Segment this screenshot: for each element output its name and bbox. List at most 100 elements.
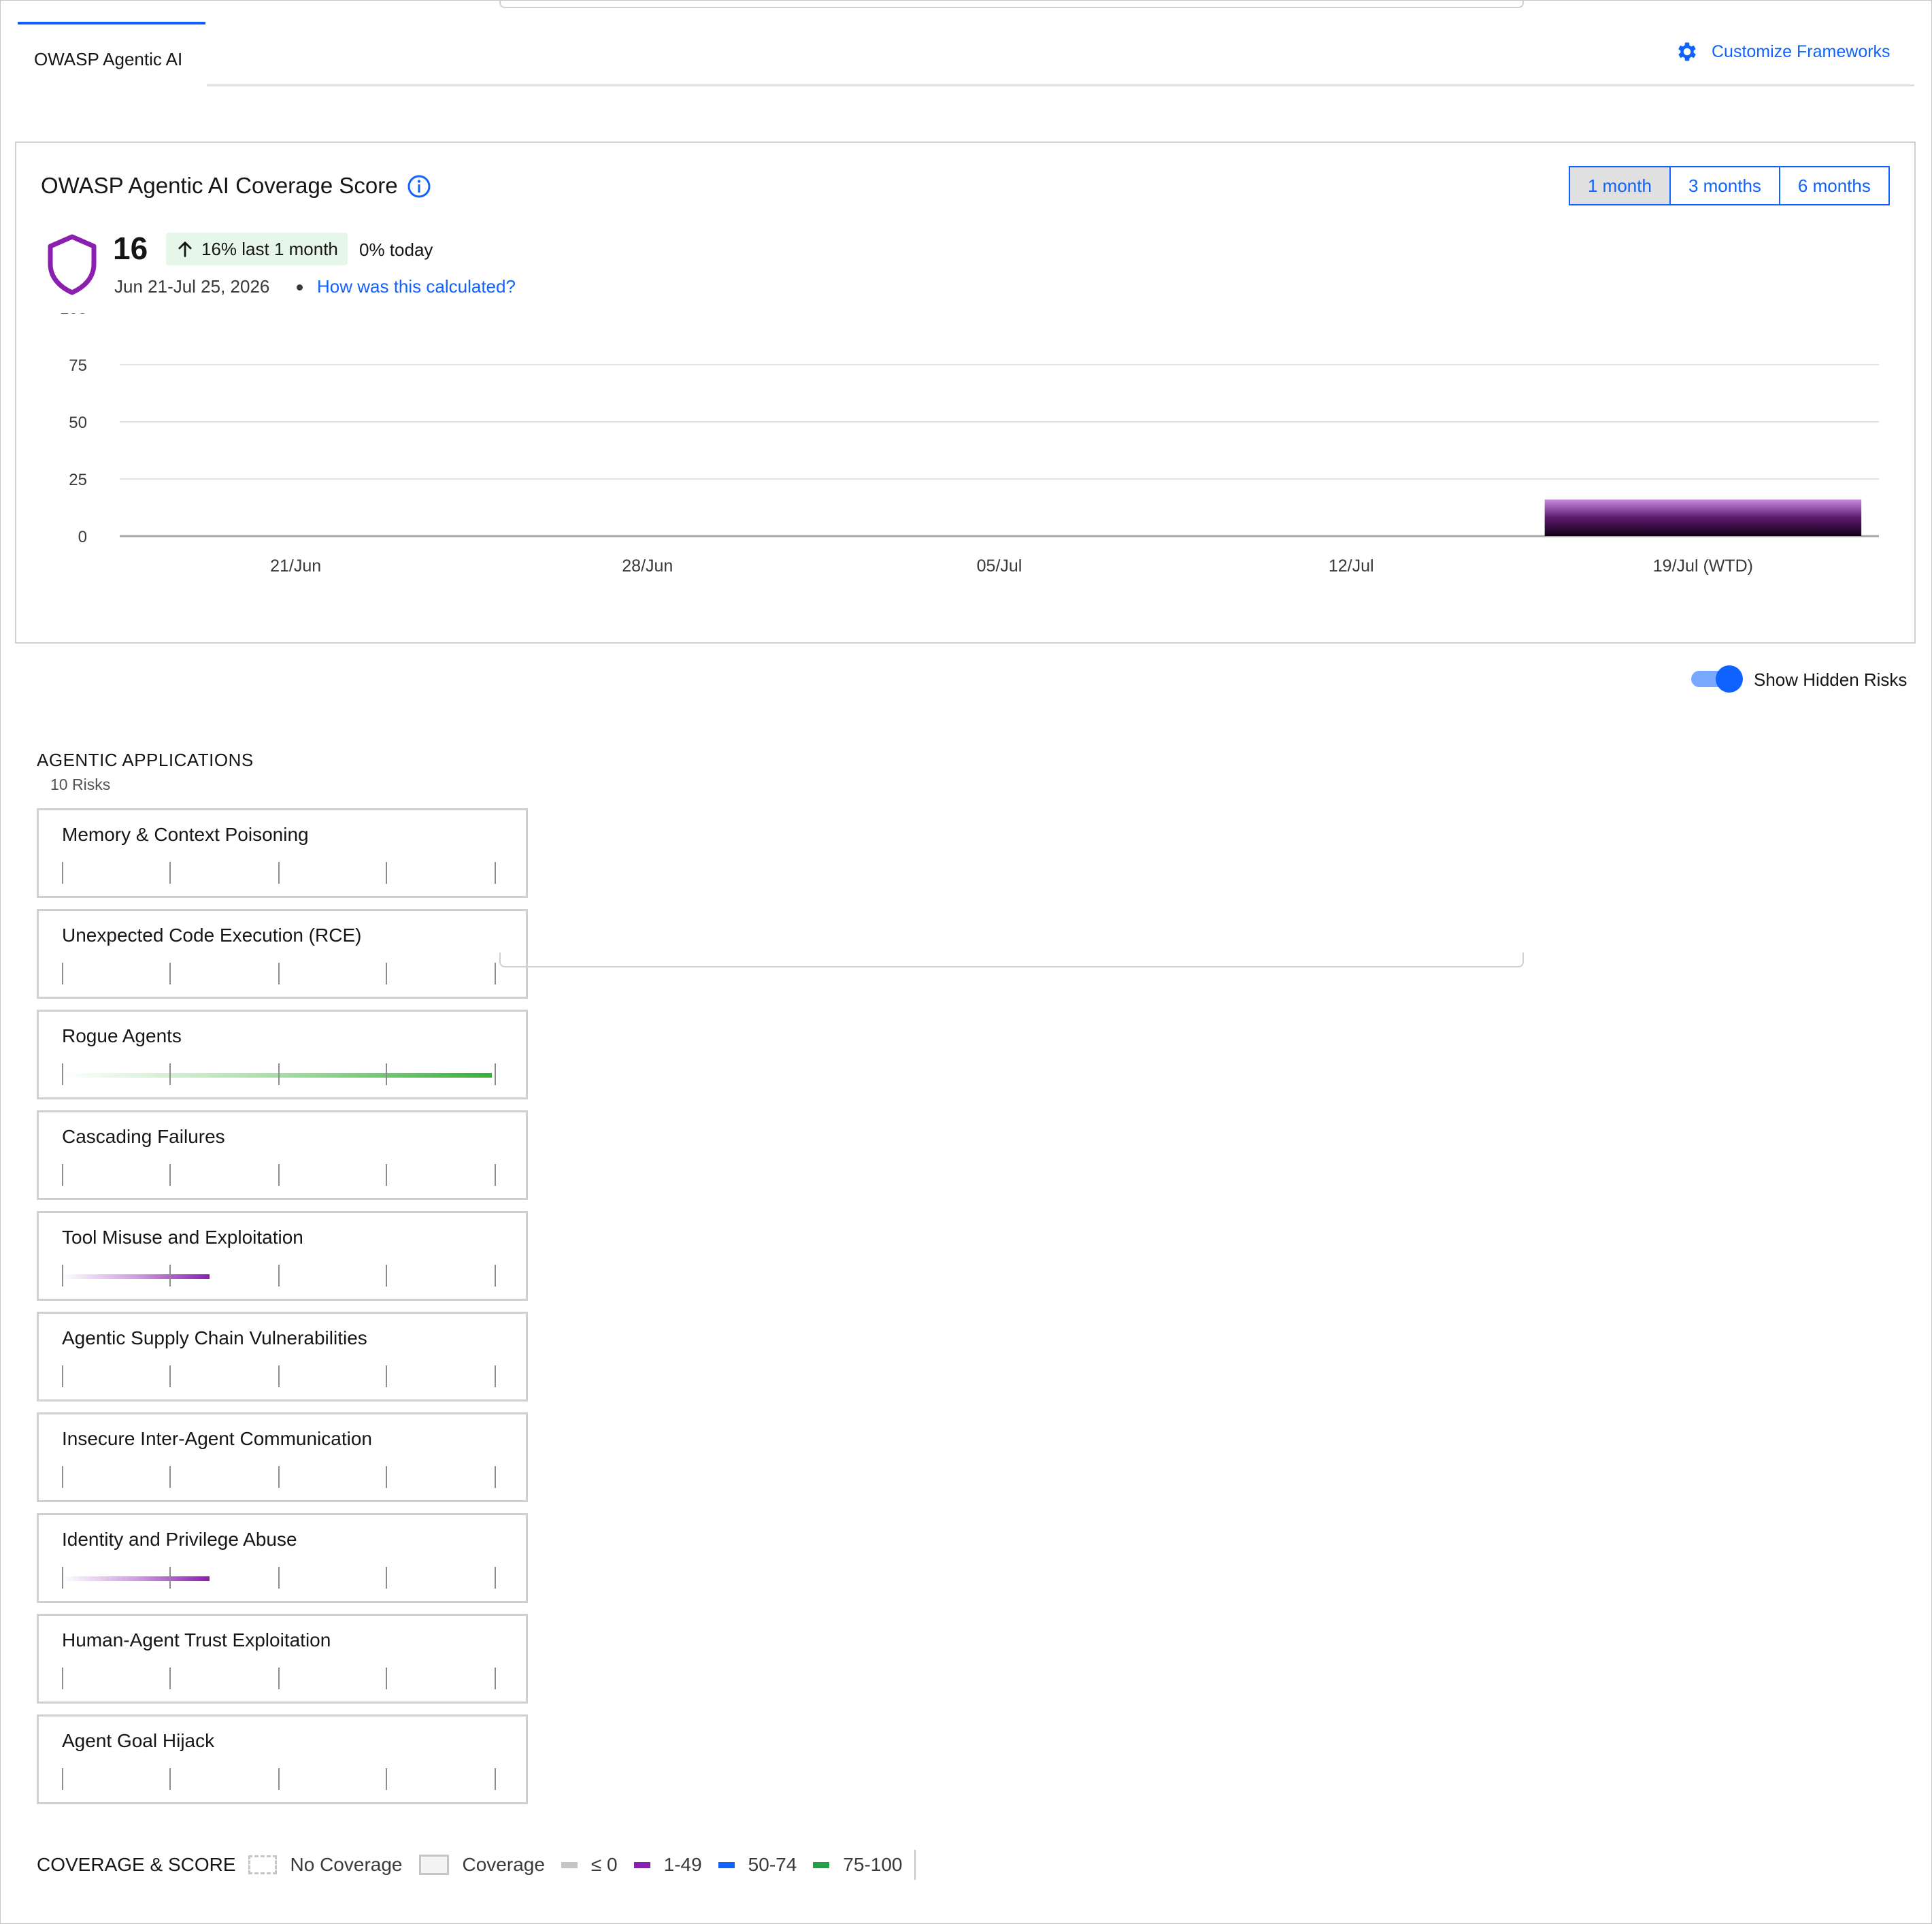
legend-coverage: Coverage — [418, 1854, 545, 1876]
risk-name: Identity and Privilege Abuse — [62, 1529, 297, 1550]
coverage-scale — [62, 1768, 496, 1790]
legend-swatch-coverage — [418, 1855, 449, 1875]
scale-tick — [495, 1265, 496, 1287]
risk-card[interactable]: Agentic Supply Chain Vulnerabilities — [37, 1312, 528, 1401]
scale-tick — [386, 1265, 387, 1287]
scale-tick — [386, 862, 387, 884]
coverage-scale — [62, 1668, 496, 1689]
coverage-scale — [62, 1365, 496, 1387]
legend-range-0: ≤ 0 — [561, 1854, 618, 1876]
legend-swatch-no-coverage — [248, 1855, 277, 1874]
coverage-scale — [62, 1063, 496, 1085]
scale-tick — [278, 1365, 280, 1387]
scale-tick — [278, 862, 280, 884]
show-hidden-risks-label: Show Hidden Risks — [1754, 669, 1908, 690]
legend-divider — [914, 1850, 916, 1880]
scale-tick — [169, 1768, 171, 1790]
scale-tick — [386, 1063, 387, 1085]
risk-card[interactable]: Identity and Privilege Abuse — [37, 1513, 528, 1603]
scale-tick — [169, 1365, 171, 1387]
coverage-score-value: 16 — [113, 231, 148, 266]
arrow-up-icon — [178, 242, 192, 257]
today-change: 0% today — [359, 239, 433, 260]
scale-tick — [386, 1466, 387, 1488]
scale-tick — [62, 963, 63, 984]
risk-card[interactable]: Unexpected Code Execution (RCE) — [37, 909, 528, 999]
scale-tick — [386, 1365, 387, 1387]
coverage-scale — [62, 1164, 496, 1186]
x-tick-label: 19/Jul (WTD) — [1653, 557, 1753, 576]
y-tick-label: 0 — [78, 528, 87, 546]
scale-tick — [62, 1063, 63, 1085]
legend-label: 75-100 — [843, 1854, 903, 1875]
risk-card[interactable]: Agent Goal Hijack — [37, 1714, 528, 1804]
scale-tick — [62, 1365, 63, 1387]
risk-name: Human-Agent Trust Exploitation — [62, 1629, 331, 1651]
y-tick-label: 100 — [60, 313, 87, 318]
range-3-months-button[interactable]: 3 months — [1670, 167, 1780, 204]
scale-tick — [169, 1063, 171, 1085]
scale-tick — [62, 1466, 63, 1488]
tab-owasp-agentic-ai[interactable]: OWASP Agentic AI — [18, 22, 205, 88]
delta-badge: 16% last 1 month — [166, 233, 348, 265]
y-tick-label: 50 — [69, 414, 87, 432]
scale-tick — [386, 1164, 387, 1186]
x-tick-label: 05/Jul — [977, 557, 1022, 576]
scale-tick — [62, 1265, 63, 1287]
scale-tick — [169, 963, 171, 984]
risk-card[interactable]: Rogue Agents — [37, 1010, 528, 1099]
scale-tick — [495, 1768, 496, 1790]
scale-tick — [495, 963, 496, 984]
legend-no-coverage: No Coverage — [248, 1854, 403, 1876]
scale-tick — [62, 862, 63, 884]
range-6-months-button[interactable]: 6 months — [1780, 167, 1888, 204]
x-tick-label: 28/Jun — [622, 557, 673, 576]
customize-frameworks-button[interactable]: Customize Frameworks — [1675, 38, 1891, 65]
scale-tick — [62, 1668, 63, 1689]
range-1-month-button[interactable]: 1 month — [1570, 167, 1671, 204]
legend-range-1: 1-49 — [633, 1854, 702, 1876]
scale-tick — [495, 1365, 496, 1387]
legend-swatch-range — [718, 1861, 735, 1868]
scale-tick — [495, 1164, 496, 1186]
tab-label: OWASP Agentic AI — [34, 49, 183, 69]
separator-dot — [297, 284, 303, 291]
y-tick-label: 25 — [69, 471, 87, 489]
scale-tick — [62, 1768, 63, 1790]
scale-tick — [169, 862, 171, 884]
scale-tick — [495, 862, 496, 884]
gear-icon — [1678, 42, 1696, 61]
risk-name: Memory & Context Poisoning — [62, 824, 309, 845]
risk-card[interactable]: Human-Agent Trust Exploitation — [37, 1614, 528, 1704]
scale-tick — [169, 1567, 171, 1589]
risk-card[interactable]: Cascading Failures — [37, 1110, 528, 1200]
risk-name: Cascading Failures — [62, 1126, 225, 1147]
legend-label: 50-74 — [748, 1854, 797, 1875]
scale-tick — [169, 1164, 171, 1186]
coverage-legend: COVERAGE & SCORE No Coverage Coverage ≤ … — [37, 1849, 916, 1880]
scale-tick — [495, 1567, 496, 1589]
scale-tick — [495, 1063, 496, 1085]
legend-label: Coverage — [462, 1854, 545, 1875]
chart-bar[interactable] — [1544, 499, 1862, 536]
risk-card[interactable]: Memory & Context Poisoning — [37, 808, 528, 898]
legend-range-3: 75-100 — [813, 1854, 902, 1876]
show-hidden-risks-toggle[interactable] — [1691, 665, 1743, 693]
section-risk-count: 10 Risks — [50, 776, 111, 793]
how-calculated-link[interactable]: How was this calculated? — [317, 276, 516, 297]
coverage-chart: 0 25 50 75 100 21/Jun 28/Jun 05/Jul 12/Jul 19/Jul… — [60, 313, 1879, 576]
risk-card[interactable]: Tool Misuse and Exploitation — [37, 1211, 528, 1301]
coverage-bar — [62, 1576, 210, 1581]
legend-label: 1-49 — [663, 1854, 702, 1875]
info-icon[interactable] — [407, 174, 431, 199]
legend-title: COVERAGE & SCORE — [37, 1854, 236, 1875]
coverage-bar — [62, 1073, 492, 1078]
risk-name: Unexpected Code Execution (RCE) — [62, 925, 362, 946]
risk-card[interactable]: Insecure Inter-Agent Communication — [37, 1412, 528, 1502]
date-range: Jun 21-Jul 25, 2026 — [114, 276, 270, 297]
scale-tick — [386, 963, 387, 984]
risk-name: Tool Misuse and Exploitation — [62, 1227, 303, 1248]
y-tick-label: 75 — [69, 356, 87, 375]
scale-tick — [278, 963, 280, 984]
scale-tick — [495, 1668, 496, 1689]
